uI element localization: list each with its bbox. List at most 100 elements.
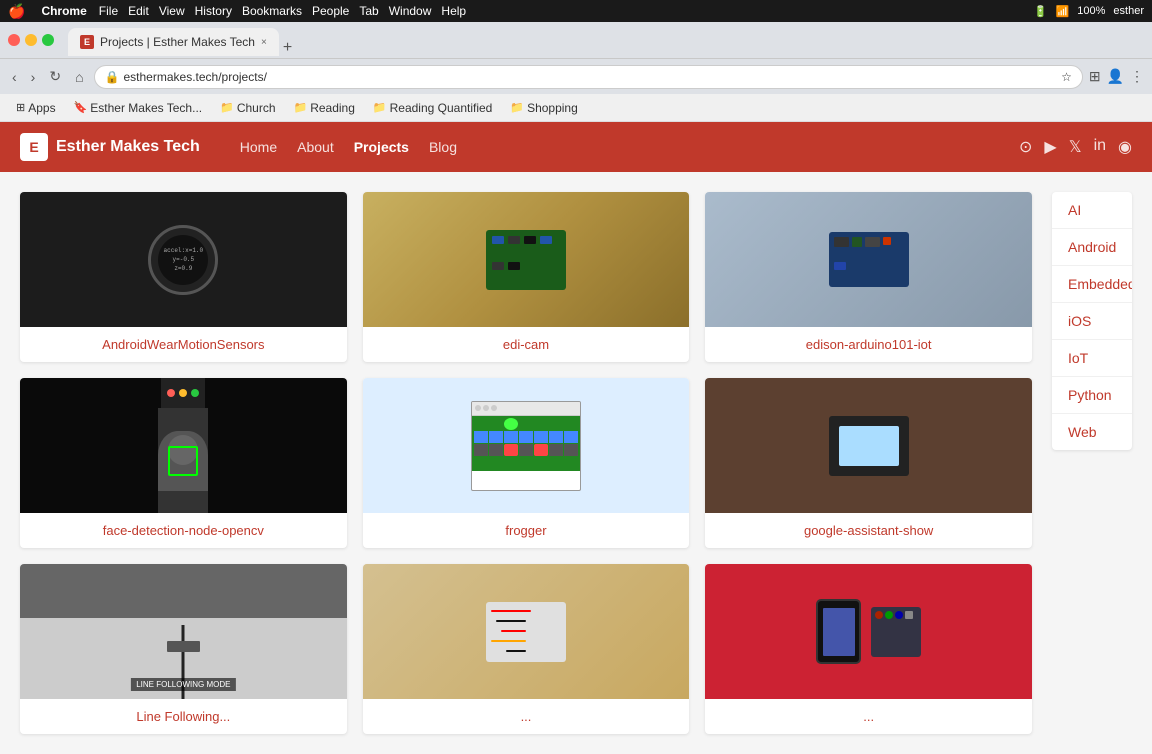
active-tab[interactable]: E Projects | Esther Makes Tech × xyxy=(68,28,279,56)
tab-favicon: E xyxy=(80,35,94,49)
rss-icon[interactable]: ◉ xyxy=(1118,137,1132,157)
sidebar-item-web[interactable]: Web xyxy=(1052,414,1132,450)
bookmark-reading-quantified[interactable]: 📁 Reading Quantified xyxy=(365,99,500,117)
bookmark-apps[interactable]: ⊞ Apps xyxy=(8,99,64,117)
bookmark-esther[interactable]: 🔖 Esther Makes Tech... xyxy=(66,99,211,117)
site-logo[interactable]: E Esther Makes Tech xyxy=(20,133,200,161)
project-image-androidwear: accel:x=1.0 y=-0.5 z=0.9 xyxy=(20,192,347,327)
github-icon[interactable]: ⊙ xyxy=(1019,137,1032,157)
shopping-icon: 📁 xyxy=(510,101,524,114)
bookmark-shopping[interactable]: 📁 Shopping xyxy=(502,99,585,117)
project-title-facedetection: face-detection-node-opencv xyxy=(20,513,347,548)
menubar-items: File Edit View History Bookmarks People … xyxy=(99,4,466,18)
new-tab-button[interactable]: + xyxy=(283,40,292,56)
menu-help[interactable]: Help xyxy=(441,4,466,18)
project-card-tablet[interactable]: ... xyxy=(705,564,1032,734)
bookmark-esther-label: Esther Makes Tech... xyxy=(90,101,202,115)
nav-blog[interactable]: Blog xyxy=(429,139,457,155)
main-content: accel:x=1.0 y=-0.5 z=0.9 AndroidWearMoti… xyxy=(0,172,1152,754)
tab-bar: E Projects | Esther Makes Tech × + xyxy=(68,24,1144,56)
profile-icon[interactable]: 👤 xyxy=(1107,68,1124,85)
menu-window[interactable]: Window xyxy=(389,4,432,18)
sidebar: AI Android Embedded iOS IoT Python Web xyxy=(1052,192,1132,734)
sidebar-item-python[interactable]: Python xyxy=(1052,377,1132,414)
linkedin-icon[interactable]: in xyxy=(1094,137,1106,157)
project-title-linefollowing: Line Following... xyxy=(20,699,347,734)
line-following-label: LINE FOLLOWING MODE xyxy=(131,678,235,691)
project-title-androidwear: AndroidWearMotionSensors xyxy=(20,327,347,362)
project-card-google-assistant[interactable]: google-assistant-show xyxy=(705,378,1032,548)
project-card-androidwear[interactable]: accel:x=1.0 y=-0.5 z=0.9 AndroidWearMoti… xyxy=(20,192,347,362)
forward-button[interactable]: › xyxy=(27,67,40,87)
sidebar-item-iot[interactable]: IoT xyxy=(1052,340,1132,377)
menu-file[interactable]: File xyxy=(99,4,118,18)
sidebar-item-ai[interactable]: AI xyxy=(1052,192,1132,229)
home-button[interactable]: ⌂ xyxy=(71,67,87,87)
reading-icon: 📁 xyxy=(294,101,308,114)
site-nav-icons: ⊙ ▶ 𝕏 in ◉ xyxy=(1019,137,1132,157)
menubar-right: 🔋 📶 100% esther xyxy=(1034,5,1144,18)
twitter-icon[interactable]: 𝕏 xyxy=(1069,137,1082,157)
bookmark-shopping-label: Shopping xyxy=(527,101,578,115)
youtube-icon[interactable]: ▶ xyxy=(1044,137,1056,157)
maximize-button[interactable] xyxy=(42,34,54,46)
menu-tab[interactable]: Tab xyxy=(359,4,378,18)
sidebar-item-android[interactable]: Android xyxy=(1052,229,1132,266)
project-image-linefollowing: LINE FOLLOWING MODE xyxy=(20,564,347,699)
logo-icon: E xyxy=(20,133,48,161)
menu-history[interactable]: History xyxy=(195,4,232,18)
app-menu-chrome[interactable]: Chrome xyxy=(41,4,86,18)
apple-menu[interactable]: 🍎 xyxy=(8,3,25,20)
reload-button[interactable]: ↻ xyxy=(45,66,65,87)
menu-view[interactable]: View xyxy=(159,4,185,18)
project-title-edicam: edi-cam xyxy=(363,327,690,362)
battery-percent: 100% xyxy=(1077,5,1105,17)
menu-edit[interactable]: Edit xyxy=(128,4,149,18)
bookmark-church-label: Church xyxy=(237,101,276,115)
project-image-tablet xyxy=(705,564,1032,699)
project-image-frogger xyxy=(363,378,690,513)
project-card-edison[interactable]: edison-arduino101-iot xyxy=(705,192,1032,362)
wifi-icon: 📶 xyxy=(1056,5,1070,18)
project-card-facedetection[interactable]: face-detection-node-opencv xyxy=(20,378,347,548)
project-image-google-assistant xyxy=(705,378,1032,513)
bookmark-reading[interactable]: 📁 Reading xyxy=(286,99,363,117)
sidebar-item-ios[interactable]: iOS xyxy=(1052,303,1132,340)
minimize-button[interactable] xyxy=(25,34,37,46)
back-button[interactable]: ‹ xyxy=(8,67,21,87)
url-text: esthermakes.tech/projects/ xyxy=(124,70,1058,84)
project-card-frogger[interactable]: frogger xyxy=(363,378,690,548)
menu-bookmarks[interactable]: Bookmarks xyxy=(242,4,302,18)
bookmark-reading-label: Reading xyxy=(310,101,355,115)
sidebar-item-embedded[interactable]: Embedded xyxy=(1052,266,1132,303)
chrome-titlebar: E Projects | Esther Makes Tech × + xyxy=(0,22,1152,58)
project-card-breadboard[interactable]: ... xyxy=(363,564,690,734)
sidebar-item-iot-label: IoT xyxy=(1068,350,1088,366)
address-bar-actions: ⊞ 👤 ⋮ xyxy=(1089,68,1144,85)
project-card-edicam[interactable]: edi-cam xyxy=(363,192,690,362)
url-bar[interactable]: 🔒 esthermakes.tech/projects/ ☆ xyxy=(94,65,1083,89)
user-icon: esther xyxy=(1113,5,1144,17)
sidebar-item-python-label: Python xyxy=(1068,387,1112,403)
apps-icon: ⊞ xyxy=(16,101,25,114)
tab-close-button[interactable]: × xyxy=(261,37,267,48)
esther-icon: 🔖 xyxy=(74,101,88,114)
menu-people[interactable]: People xyxy=(312,4,349,18)
bookmark-star-icon[interactable]: ☆ xyxy=(1061,70,1072,84)
bookmark-church[interactable]: 📁 Church xyxy=(212,99,283,117)
nav-about[interactable]: About xyxy=(297,139,334,155)
close-button[interactable] xyxy=(8,34,20,46)
lock-icon: 🔒 xyxy=(105,70,120,84)
sidebar-item-android-label: Android xyxy=(1068,239,1116,255)
bookmark-apps-label: Apps xyxy=(28,101,55,115)
nav-projects[interactable]: Projects xyxy=(354,139,409,155)
nav-home[interactable]: Home xyxy=(240,139,277,155)
sidebar-item-web-label: Web xyxy=(1068,424,1097,440)
project-card-linefollowing[interactable]: LINE FOLLOWING MODE Line Following... xyxy=(20,564,347,734)
favicon-letter: E xyxy=(84,37,90,47)
menu-dots-icon[interactable]: ⋮ xyxy=(1130,68,1144,85)
sidebar-card: AI Android Embedded iOS IoT Python Web xyxy=(1052,192,1132,450)
church-icon: 📁 xyxy=(220,101,234,114)
projects-grid: accel:x=1.0 y=-0.5 z=0.9 AndroidWearMoti… xyxy=(20,192,1032,734)
extensions-icon[interactable]: ⊞ xyxy=(1089,68,1101,85)
